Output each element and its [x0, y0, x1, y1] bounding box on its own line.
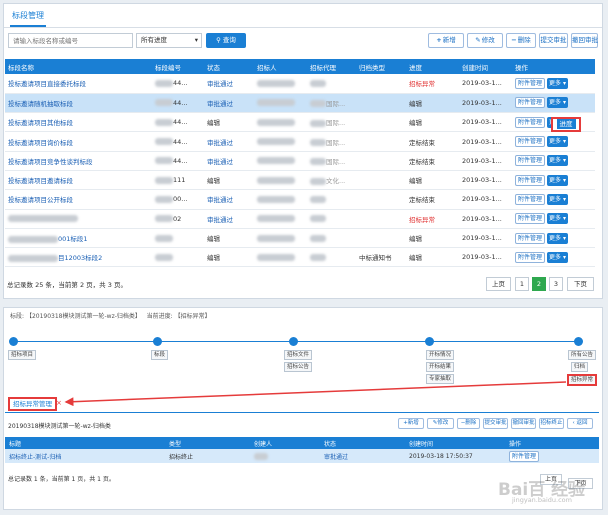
p2-edit-label: 修改: [437, 420, 449, 426]
p2-withdraw-approval-button[interactable]: 撤回审批: [511, 418, 536, 429]
attachment-button[interactable]: 附件管理: [509, 450, 540, 462]
divider: [5, 412, 599, 413]
terminate-bid-button[interactable]: 招标终止: [539, 418, 564, 429]
back-button[interactable]: ‹ 返回: [567, 418, 593, 429]
table-header: 标题 类型 创建人 状态 创建时间 操作: [5, 437, 599, 449]
exception-status: 审批通过: [320, 449, 405, 463]
exception-title-link[interactable]: 招标终止-测试-归档: [5, 449, 165, 463]
section-title: 20190318模块测试第一轮-wz-归档类: [8, 423, 111, 430]
p2-submit-approval-button[interactable]: 提交审批: [483, 418, 508, 429]
p2-delete-label: 删除: [465, 420, 477, 426]
back-button-label: 返回: [576, 420, 588, 426]
p2-edit-button[interactable]: ✎修改: [427, 418, 454, 429]
p2-pager-summary: 总记录数 1 条，当前第 1 页，共 1 页。: [8, 476, 115, 483]
col-header[interactable]: 创建时间: [405, 437, 505, 449]
chevron-left-icon: ‹: [572, 420, 575, 426]
watermark-url: jingyan.baidu.com: [512, 496, 572, 504]
p2-delete-button[interactable]: −删除: [457, 418, 480, 429]
p2-add-label: 新增: [407, 420, 419, 426]
col-header: 操作: [505, 437, 599, 449]
exception-creator: [250, 449, 320, 463]
col-header[interactable]: 类型: [165, 437, 250, 449]
redacted-creator: [254, 452, 268, 460]
col-header[interactable]: 状态: [320, 437, 405, 449]
exception-table: 标题 类型 创建人 状态 创建时间 操作 招标终止-测试-归档 招标终止 审批通…: [5, 437, 599, 463]
col-header[interactable]: 创建人: [250, 437, 320, 449]
col-header[interactable]: 标题: [5, 437, 165, 449]
tab-bid-exception-management[interactable]: 招标异常管理: [8, 397, 57, 411]
close-icon[interactable]: ×: [56, 399, 62, 407]
p2-add-button[interactable]: +新增: [398, 418, 424, 429]
exception-type: 招标终止: [165, 449, 250, 463]
table-row[interactable]: 招标终止-测试-归档 招标终止 审批通过 2019-03-18 17:50:37…: [5, 449, 599, 463]
exception-actions: 附件管理: [505, 449, 599, 463]
exception-time: 2019-03-18 17:50:37: [405, 449, 505, 463]
